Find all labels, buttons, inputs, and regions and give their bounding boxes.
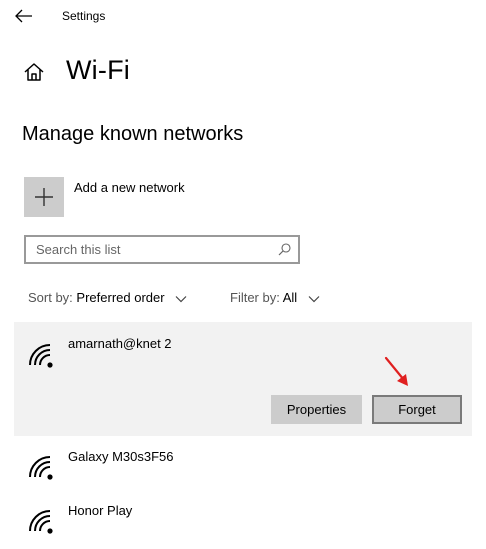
chevron-down-icon [308,295,320,302]
search-icon[interactable] [278,243,291,256]
add-network-tile [24,177,64,217]
network-name: Honor Play [68,503,133,518]
forget-button[interactable]: Forget [372,395,462,424]
add-network-label: Add a new network [74,180,185,195]
home-icon[interactable] [23,62,45,82]
settings-window: Settings Wi-Fi Manage known networks Add… [0,0,486,549]
arrow-left-icon[interactable] [14,8,34,24]
section-title: Manage known networks [22,123,244,145]
sort-by-dropdown[interactable]: Sort by: Preferred order [28,290,187,305]
plus-icon [35,188,53,206]
search-input[interactable] [26,237,276,262]
sort-by-value: Preferred order [76,290,165,305]
network-item[interactable]: Honor Play [14,496,472,548]
annotation-arrow-icon [384,356,408,386]
network-name: Galaxy M30s3F56 [68,449,174,464]
properties-button[interactable]: Properties [271,395,362,424]
filter-by-value: All [282,290,298,305]
page-title: Wi-Fi [66,55,130,85]
network-name: amarnath@knet 2 [68,336,172,351]
wifi-icon [29,510,53,534]
app-title: Settings [62,9,106,23]
sort-by-label: Sort by: [28,290,73,305]
wifi-icon [29,456,53,480]
add-network-button[interactable]: Add a new network [24,177,224,217]
chevron-down-icon [175,295,187,302]
filter-by-dropdown[interactable]: Filter by: All [230,290,320,305]
search-box [24,235,300,264]
wifi-icon [29,344,53,368]
network-item[interactable]: Galaxy M30s3F56 [14,442,472,494]
filter-by-label: Filter by: [230,290,280,305]
